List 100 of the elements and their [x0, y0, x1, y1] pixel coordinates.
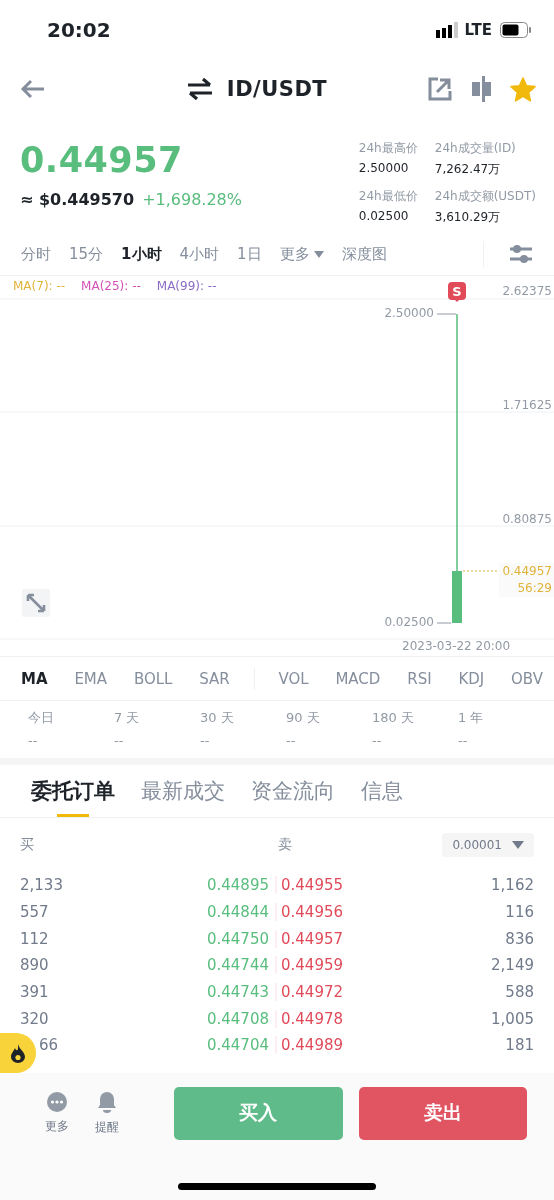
axis-label: 2.62375: [502, 284, 552, 298]
indicator-tab[interactable]: SAR: [196, 665, 233, 692]
indicator-tab[interactable]: OBV: [508, 665, 546, 692]
order-tab[interactable]: 最新成交: [134, 765, 232, 817]
interval-tab[interactable]: 1日: [228, 240, 271, 268]
period-change: --: [28, 733, 39, 748]
bid-amount: 112: [20, 929, 49, 948]
interval-tab[interactable]: 分时: [12, 240, 60, 268]
axis-label: 0.80875: [502, 512, 552, 526]
signal-icon: [436, 22, 459, 38]
more-button[interactable]: 更多: [38, 1091, 76, 1135]
bid-price: 0.44750: [206, 929, 269, 948]
fiat-price: ≈ $0.449570: [20, 190, 135, 209]
sliders-icon: [509, 243, 533, 265]
bid-header: 买: [20, 836, 35, 854]
indicator-tab[interactable]: VOL: [275, 665, 312, 692]
period-label: 30 天: [200, 709, 235, 727]
ask-price: 0.44978: [281, 1009, 344, 1028]
sell-button[interactable]: 卖出: [358, 1086, 527, 1140]
ask-header: 卖: [278, 836, 292, 854]
bid-amount: 320: [20, 1009, 49, 1028]
order-tab[interactable]: 信息: [354, 765, 410, 817]
bid-price: 0.44704: [206, 1036, 269, 1055]
precision-dropdown[interactable]: 0.00001: [442, 833, 534, 857]
bid-price: 0.44744: [206, 956, 269, 975]
stat-value: 0.02500: [358, 209, 410, 225]
stat-label: 24h最低价: [358, 188, 419, 205]
period-label: 1 年: [458, 709, 485, 727]
ask-amount: 836: [505, 929, 534, 948]
stat-value: 3,610.29万: [434, 209, 502, 226]
caret-down-icon: [512, 841, 524, 849]
low-label: 0.02500: [384, 615, 434, 629]
stat-value: 7,262.47万: [434, 161, 502, 178]
ask-amount: 1,162: [491, 876, 534, 895]
ask-price: 0.44972: [281, 983, 344, 1002]
clock: 20:02: [47, 18, 112, 42]
pair-title[interactable]: ID/USDT: [226, 77, 328, 101]
bell-icon: [97, 1090, 117, 1113]
ask-amount: 116: [505, 903, 534, 922]
period-change: --: [286, 733, 297, 748]
ma-legend: MA(99): --: [156, 279, 217, 293]
indicator-tab[interactable]: MA: [18, 665, 51, 692]
period-change: --: [458, 733, 469, 748]
battery-icon: [500, 22, 532, 38]
share-button[interactable]: [428, 77, 452, 101]
bid-price: 0.44708: [206, 1009, 269, 1028]
flame-icon: [10, 1043, 26, 1063]
bid-amount: 557: [20, 903, 49, 922]
period-change: --: [372, 733, 383, 748]
indicator-tab[interactable]: KDJ: [455, 665, 488, 692]
bid-amount: 2,133: [20, 876, 63, 895]
more-dots-icon: [47, 1091, 67, 1112]
indicator-tab[interactable]: EMA: [71, 665, 111, 692]
interval-tab[interactable]: 1小时: [112, 240, 171, 268]
order-tab[interactable]: 资金流向: [244, 765, 342, 817]
switch-pair-button[interactable]: [186, 78, 213, 100]
axis-label: 1.71625: [502, 398, 552, 412]
current-price: 0.44957: [502, 563, 552, 580]
ask-price: 0.44989: [281, 1036, 344, 1055]
period-change: --: [114, 733, 125, 748]
period-label: 180 天: [372, 709, 415, 727]
time-label: 2023-03-22 20:00: [402, 639, 511, 653]
ask-amount: 181: [505, 1036, 534, 1055]
indicator-tab[interactable]: BOLL: [130, 665, 176, 692]
ask-price: 0.44956: [281, 903, 344, 922]
stat-label: 24h成交量(ID): [434, 140, 517, 157]
interval-tab[interactable]: 15分: [60, 240, 113, 268]
high-label: 2.50000: [384, 306, 434, 320]
ma-legend: MA(25): --: [81, 279, 141, 293]
alert-button[interactable]: 提醒: [88, 1090, 126, 1136]
stat-value: 2.50000: [358, 161, 410, 177]
stat-label: 24h成交额(USDT): [434, 188, 536, 205]
ask-price: 0.44957: [281, 929, 344, 948]
ask-amount: 1,005: [491, 1009, 534, 1028]
candle-view-button[interactable]: [470, 76, 492, 102]
network-label: LTE: [464, 21, 492, 39]
order-tab[interactable]: 委托订单: [24, 765, 122, 817]
ask-price: 0.44955: [281, 876, 344, 895]
back-button[interactable]: [20, 79, 46, 99]
ask-price: 0.44959: [281, 956, 344, 975]
period-label: 今日: [28, 709, 55, 727]
indicator-tab[interactable]: MACD: [332, 665, 384, 692]
candle-countdown: 56:29: [516, 580, 552, 597]
interval-tab[interactable]: 4小时: [170, 240, 229, 268]
period-label: 90 天: [286, 709, 321, 727]
indicator-tab[interactable]: RSI: [404, 665, 435, 692]
period-label: 7 天: [114, 709, 141, 727]
buy-button[interactable]: 买入: [174, 1086, 343, 1140]
bid-price: 0.44844: [206, 903, 269, 922]
interval-tab[interactable]: 深度图: [332, 240, 396, 268]
favorite-button[interactable]: [510, 76, 536, 102]
fullscreen-button[interactable]: [22, 589, 50, 617]
ma-legend: MA(7): --: [13, 279, 66, 293]
interval-tab[interactable]: 更多: [270, 240, 333, 268]
bid-amount: 66: [38, 1036, 59, 1055]
ask-amount: 588: [505, 983, 534, 1002]
bid-price: 0.44895: [206, 876, 269, 895]
bid-amount: 890: [20, 956, 49, 975]
ask-amount: 2,149: [491, 956, 534, 975]
leader-line: [436, 622, 452, 624]
